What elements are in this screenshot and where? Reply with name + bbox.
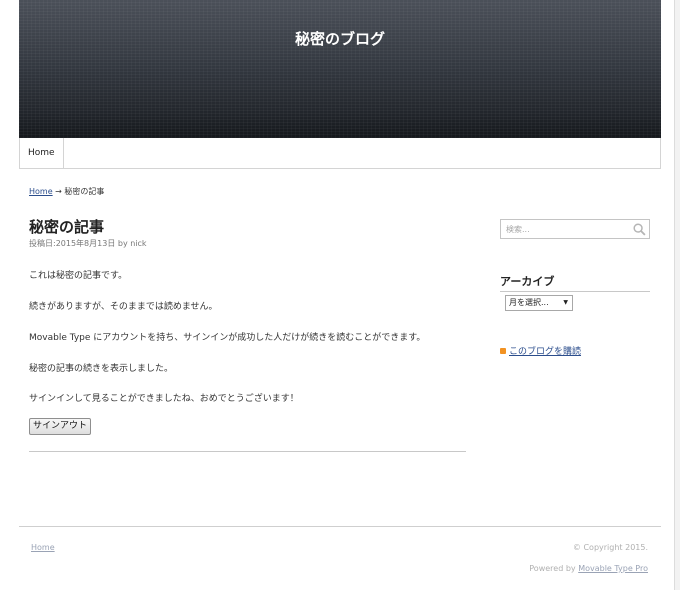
search-input[interactable]: [501, 220, 631, 238]
breadcrumb-arrow: →: [55, 187, 62, 196]
post-title: 秘密の記事: [29, 218, 105, 236]
footer-copyright: © Copyright 2015.: [572, 543, 648, 552]
subscribe-feed: このブログを購読: [500, 344, 581, 357]
post-paragraph: 続きがありますが、そのままでは読めません。: [29, 302, 218, 312]
rss-feed-icon: [500, 347, 506, 354]
signout-button[interactable]: サインアウト: [29, 418, 92, 435]
chevron-down-icon: ▼: [563, 299, 568, 306]
footer-home-link[interactable]: Home: [31, 543, 55, 552]
post-divider: [29, 451, 466, 452]
subscribe-link[interactable]: このブログを購読: [509, 347, 581, 357]
nav-home-link[interactable]: Home: [20, 138, 64, 168]
breadcrumb-current: 秘密の記事: [64, 187, 105, 196]
nav-bar: Home: [19, 138, 661, 169]
footer-divider: [19, 526, 661, 527]
site-title[interactable]: 秘密のブログ: [19, 28, 661, 49]
search-box: [500, 219, 650, 239]
post-paragraph: これは秘密の記事です。: [29, 271, 128, 281]
post-meta: 投稿日:2015年8月13日 by nick: [29, 239, 147, 248]
movable-type-link[interactable]: Movable Type Pro: [578, 564, 648, 573]
post-paragraph: サインインして見ることができましたね、おめでとうございます！: [29, 394, 299, 404]
post-paragraph: Movable Type にアカウントを持ち、サインインが成功した人だけが続きを…: [29, 333, 426, 343]
site-header: 秘密のブログ: [19, 0, 661, 138]
archive-month-select[interactable]: 月を選択... ▼: [505, 295, 573, 311]
post-paragraph: 秘密の記事の続きを表示しました。: [29, 364, 174, 374]
breadcrumb-home-link[interactable]: Home: [29, 187, 53, 196]
powered-by-text: Powered by: [529, 564, 579, 573]
window-edge: [674, 0, 680, 590]
search-icon[interactable]: [633, 223, 646, 236]
archive-select-value: 月を選択...: [509, 298, 549, 307]
breadcrumb: Home → 秘密の記事: [29, 186, 104, 197]
archive-heading: アーカイブ: [500, 273, 650, 292]
footer-powered-by: Powered by Movable Type Pro: [529, 564, 648, 573]
